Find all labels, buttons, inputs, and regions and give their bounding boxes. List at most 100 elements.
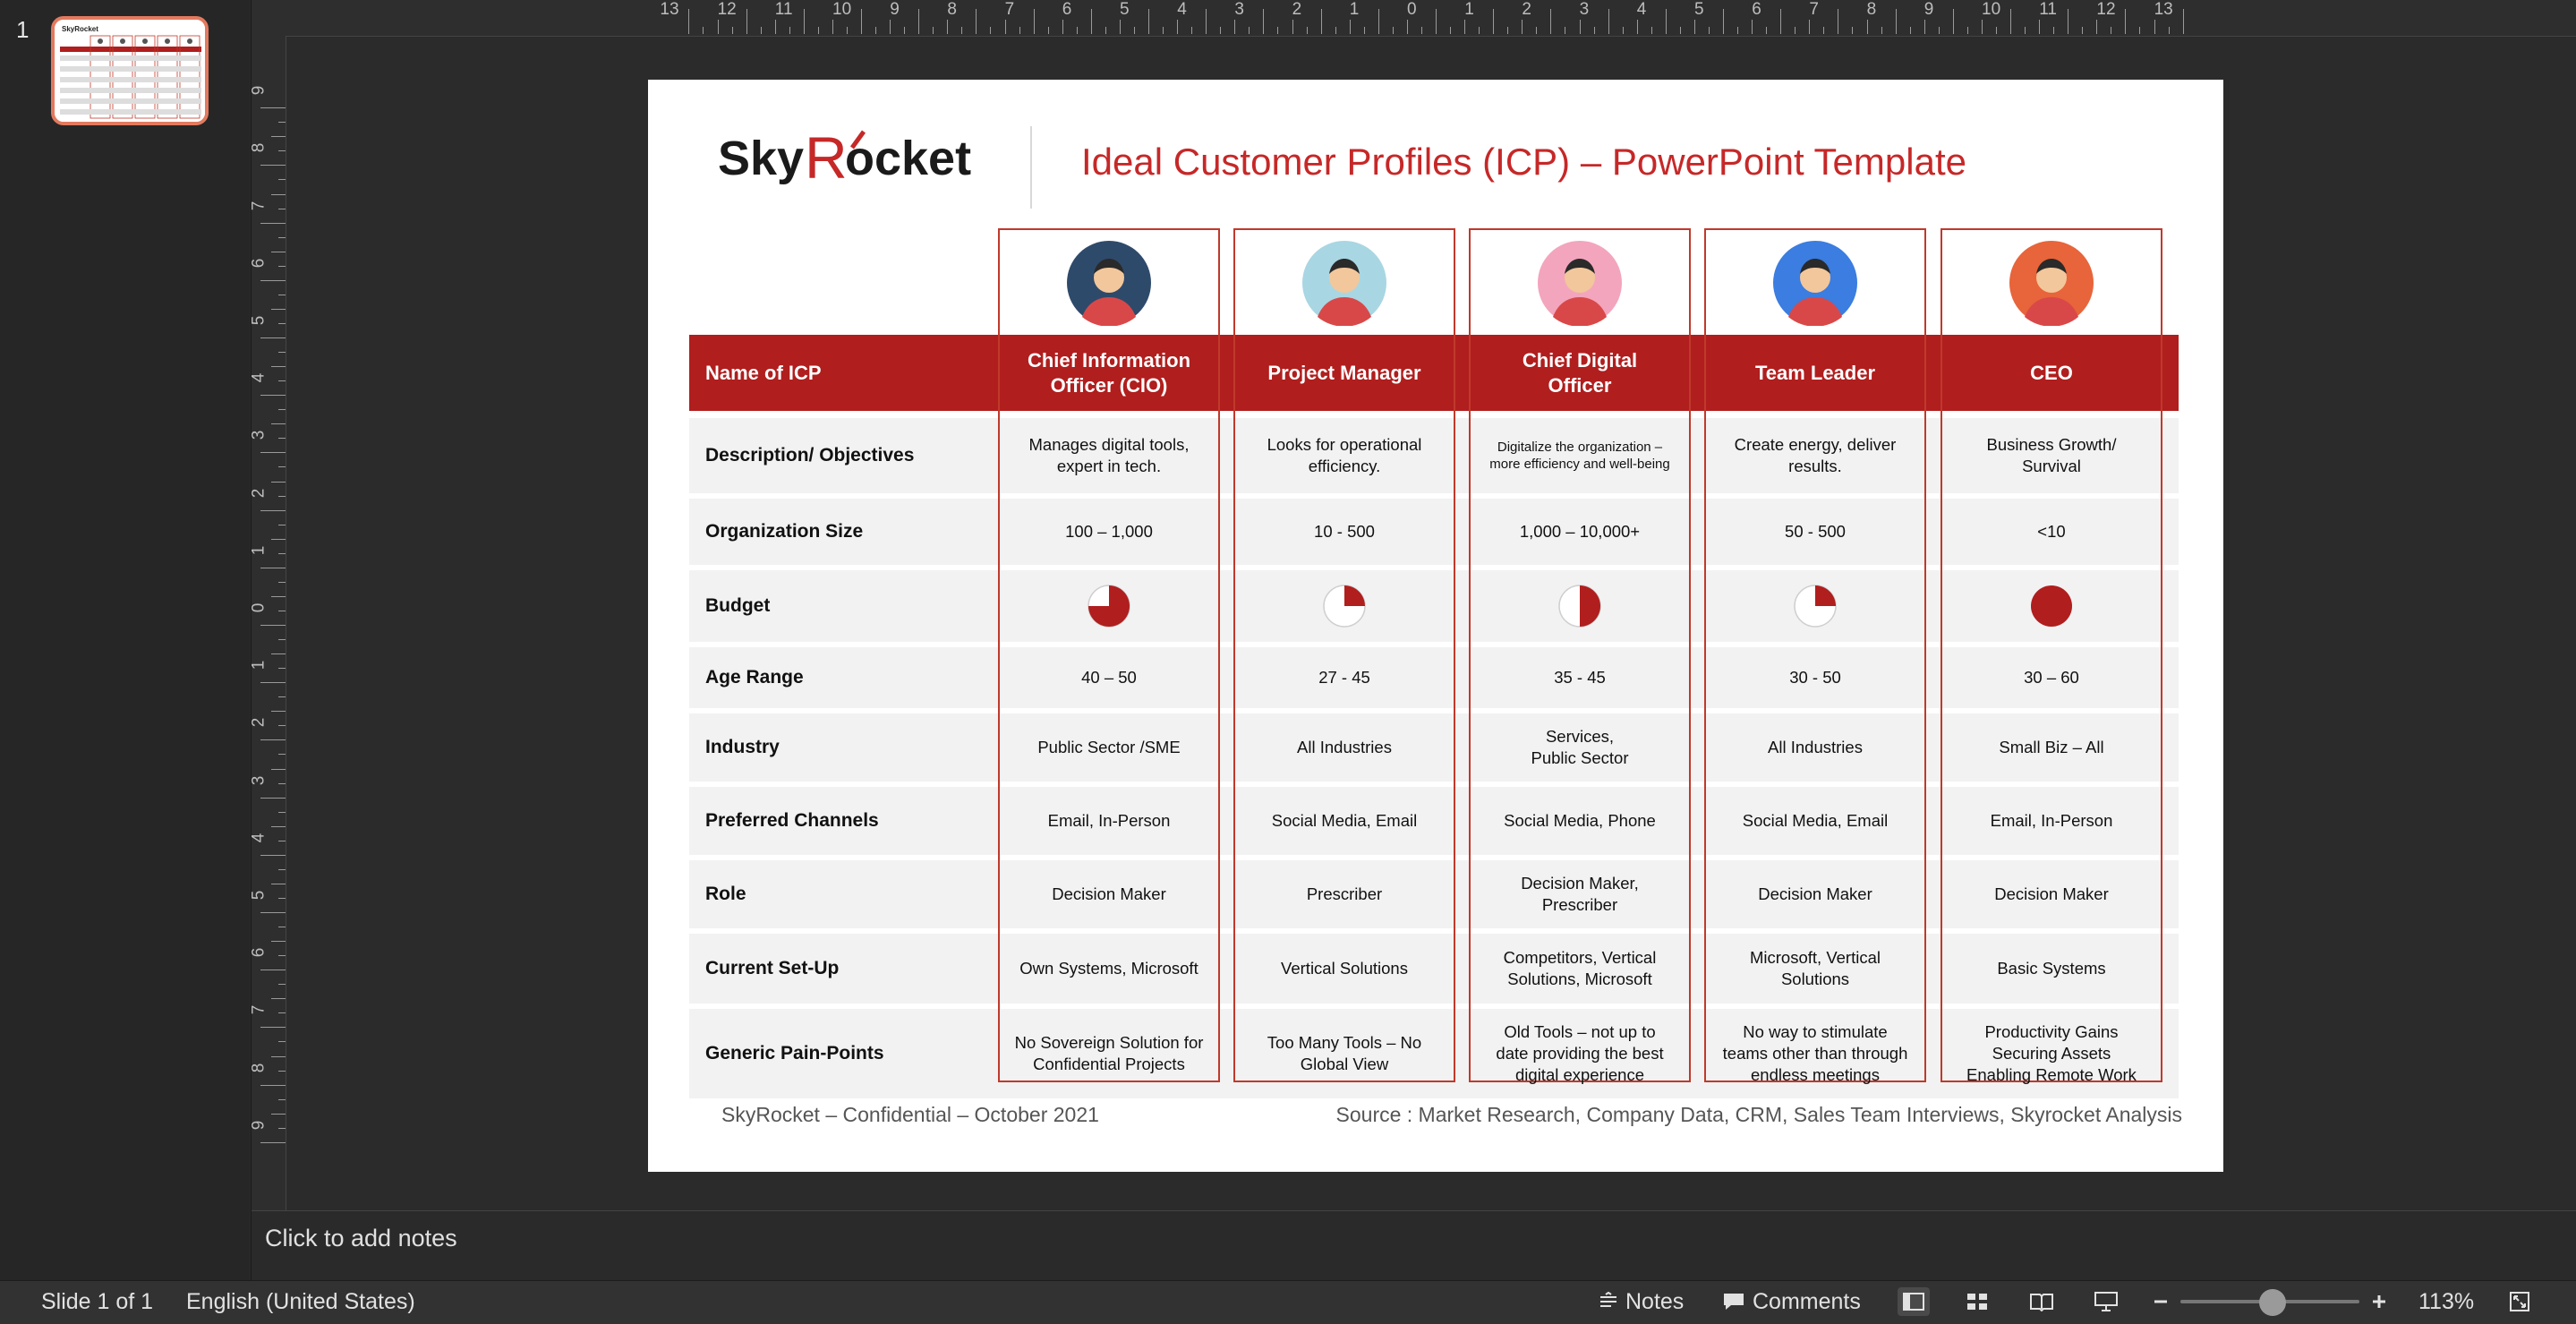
comment-icon[interactable] bbox=[1720, 1287, 1747, 1316]
ruler-subtick bbox=[1636, 20, 1638, 34]
row-label: Organization Size bbox=[705, 521, 864, 542]
ruler-label: 7 bbox=[249, 201, 269, 210]
ruler-subtick bbox=[1220, 27, 1222, 34]
ruler-label: 1 bbox=[249, 545, 269, 556]
table-cell: No way to stimulate teams other than thr… bbox=[1722, 1021, 1908, 1085]
ruler-tick bbox=[260, 395, 286, 397]
table-cell: 100 – 1,000 bbox=[1065, 521, 1153, 541]
ruler-label: 1 bbox=[1464, 0, 1474, 19]
notes-pane[interactable] bbox=[252, 1210, 2576, 1281]
ruler-subtick bbox=[1392, 27, 1394, 34]
fit-to-window-icon[interactable] bbox=[2506, 1287, 2533, 1316]
language-indicator[interactable]: English (United States) bbox=[186, 1289, 415, 1315]
ruler-subtick bbox=[278, 639, 286, 641]
horizontal-ruler[interactable]: 13 12 11 10 9 8 7 6 5 4 3 2 1 0 1 2 3 4 5 6 7 8 9 10 11 12 13 bbox=[252, 0, 2576, 37]
notes-button[interactable]: Notes bbox=[1625, 1289, 1684, 1315]
ruler-subtick bbox=[1105, 27, 1106, 34]
ruler-subtick bbox=[2139, 27, 2141, 34]
ruler-label: 8 bbox=[947, 0, 957, 19]
zoom-slider-thumb[interactable] bbox=[2259, 1289, 2286, 1316]
slide-sorter-icon[interactable] bbox=[1964, 1287, 1991, 1316]
ruler-label: 9 bbox=[249, 1120, 269, 1131]
ruler-subtick bbox=[1363, 27, 1365, 34]
notes-placeholder[interactable]: Click to add notes bbox=[265, 1225, 457, 1252]
ruler-subtick bbox=[1277, 27, 1279, 34]
ruler-subtick bbox=[278, 380, 286, 382]
ruler-tick bbox=[260, 682, 286, 684]
ruler-subtick bbox=[1062, 20, 1063, 34]
slide-canvas[interactable]: Sky R ocket Ideal Customer Profiles (ICP… bbox=[648, 80, 2223, 1172]
ruler-subtick bbox=[1981, 20, 1983, 34]
ruler-tick bbox=[688, 9, 690, 34]
ruler-tick bbox=[260, 279, 286, 281]
table-cell: Decision Maker, Prescriber bbox=[1521, 873, 1639, 914]
ruler-label: 7 bbox=[1004, 0, 1015, 19]
avatar bbox=[1773, 241, 1857, 326]
ruler-label: 0 bbox=[249, 602, 269, 613]
ruler-subtick bbox=[1119, 20, 1121, 34]
ruler-label: 11 bbox=[2039, 0, 2057, 19]
ruler-tick bbox=[260, 165, 286, 167]
ruler-tick bbox=[1780, 9, 1782, 34]
ruler-subtick bbox=[817, 27, 819, 34]
ruler-subtick bbox=[271, 366, 286, 368]
avatar bbox=[1302, 241, 1386, 326]
ruler-subtick bbox=[832, 20, 833, 34]
ruler-subtick bbox=[1536, 27, 1538, 34]
reading-view-icon[interactable] bbox=[2028, 1287, 2055, 1316]
ruler-label: 8 bbox=[249, 143, 269, 153]
zoom-level[interactable]: 113% bbox=[2418, 1289, 2474, 1315]
ruler-subtick bbox=[2053, 27, 2055, 34]
ruler-label: 12 bbox=[717, 0, 737, 19]
ruler-subtick bbox=[278, 352, 286, 354]
ruler-tick bbox=[1665, 9, 1667, 34]
ruler-label: 10 bbox=[832, 0, 852, 19]
ruler-label: 3 bbox=[249, 775, 269, 785]
ruler-subtick bbox=[1163, 27, 1164, 34]
ruler-subtick bbox=[1737, 27, 1739, 34]
ruler-subtick bbox=[890, 20, 891, 34]
ruler-subtick bbox=[1866, 20, 1868, 34]
ruler-subtick bbox=[2168, 27, 2170, 34]
table-cell: Looks for operational efficiency. bbox=[1267, 434, 1422, 475]
ruler-subtick bbox=[1651, 27, 1652, 34]
slideshow-icon[interactable] bbox=[2093, 1287, 2120, 1316]
row-label: Generic Pain-Points bbox=[705, 1043, 884, 1063]
table-cell: Social Media, Phone bbox=[1504, 810, 1656, 830]
avatar bbox=[1538, 241, 1622, 326]
comments-button[interactable]: Comments bbox=[1753, 1289, 1861, 1315]
table-cell: Old Tools – not up to date providing the… bbox=[1496, 1021, 1664, 1085]
ruler-tick bbox=[2010, 9, 2011, 34]
ruler-subtick bbox=[1249, 27, 1250, 34]
ruler-label: 8 bbox=[1866, 0, 1877, 19]
ruler-subtick bbox=[278, 581, 286, 583]
ruler-subtick bbox=[1693, 20, 1695, 34]
ruler-label: 1 bbox=[1349, 0, 1360, 19]
table-cell: Microsoft, Vertical Solutions bbox=[1750, 947, 1881, 988]
ruler-subtick bbox=[947, 20, 949, 34]
slide-thumbnail-preview: SkyRocket bbox=[55, 20, 205, 122]
ruler-subtick bbox=[271, 481, 286, 483]
ruler-subtick bbox=[278, 236, 286, 238]
normal-view-icon[interactable] bbox=[1898, 1287, 1930, 1316]
table-cell: 30 - 50 bbox=[1789, 667, 1841, 687]
budget-pie bbox=[2031, 585, 2072, 627]
ruler-subtick bbox=[1406, 20, 1408, 34]
ruler-subtick bbox=[1995, 27, 1997, 34]
notes-icon[interactable] bbox=[1595, 1287, 1622, 1316]
ruler-tick bbox=[2182, 9, 2184, 34]
slide-thumbnail[interactable]: SkyRocket bbox=[51, 16, 209, 125]
ruler-subtick bbox=[774, 20, 776, 34]
ruler-subtick bbox=[1852, 27, 1854, 34]
ruler-subtick bbox=[1923, 20, 1925, 34]
ruler-subtick bbox=[2096, 20, 2098, 34]
zoom-in-icon[interactable] bbox=[2368, 1287, 2390, 1316]
ruler-tick bbox=[1895, 9, 1897, 34]
zoom-out-icon[interactable] bbox=[2150, 1287, 2171, 1316]
table-cell: Create energy, deliver results. bbox=[1734, 434, 1897, 475]
vertical-ruler[interactable]: 9 8 7 6 5 4 3 2 1 0 1 2 3 4 5 6 7 8 9 bbox=[249, 36, 286, 1210]
ruler-label: 6 bbox=[1752, 0, 1761, 19]
ruler-label: 2 bbox=[249, 488, 269, 498]
ruler-subtick bbox=[278, 984, 286, 986]
ruler-subtick bbox=[278, 265, 286, 267]
